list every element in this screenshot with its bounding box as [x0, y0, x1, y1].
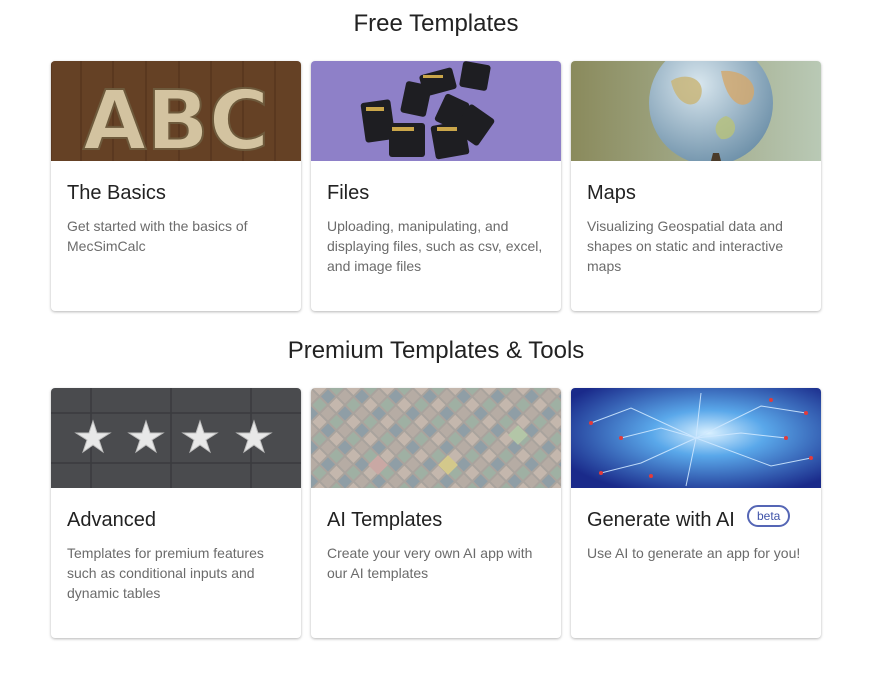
stars-on-stone-image — [51, 388, 301, 488]
wood-abc-letters-image: ABC — [51, 61, 301, 161]
tile-pattern-image — [311, 388, 561, 488]
beta-badge: beta — [747, 505, 791, 527]
card-title: The Basics — [67, 182, 166, 204]
card-title: AI Templates — [327, 509, 443, 531]
card-description: Use AI to generate an app for you! — [587, 545, 801, 561]
card-title: Advanced — [67, 509, 156, 531]
card-description: Visualizing Geospatial data and shapes o… — [587, 218, 784, 274]
card-advanced[interactable]: Advanced Templates for premium features … — [51, 388, 301, 638]
card-ai-templates[interactable]: AI Templates Create your very own AI app… — [311, 388, 561, 638]
card-maps[interactable]: Maps Visualizing Geospatial data and sha… — [571, 61, 821, 311]
card-description: Create your very own AI app with our AI … — [327, 545, 533, 581]
sd-cards-image — [311, 61, 561, 161]
svg-text:ABC: ABC — [83, 74, 269, 161]
card-title: Maps — [587, 182, 636, 204]
premium-templates-heading: Premium Templates & Tools — [287, 337, 585, 364]
card-title: Files — [327, 182, 370, 204]
neural-circuit-image — [571, 388, 821, 488]
free-templates-heading: Free Templates — [353, 10, 519, 37]
card-description: Uploading, manipulating, and displaying … — [327, 218, 543, 274]
card-description: Templates for premium features such as c… — [67, 545, 264, 601]
card-description: Get started with the basics of MecSimCal… — [67, 218, 248, 254]
card-files[interactable]: Files Uploading, manipulating, and displ… — [311, 61, 561, 311]
card-title: Generate with AI — [587, 509, 735, 531]
card-the-basics[interactable]: ABC The Basics Get started with the basi… — [51, 61, 301, 311]
card-generate-with-ai[interactable]: Generate with AI beta Use AI to generate… — [571, 388, 821, 638]
globe-image — [571, 61, 821, 161]
